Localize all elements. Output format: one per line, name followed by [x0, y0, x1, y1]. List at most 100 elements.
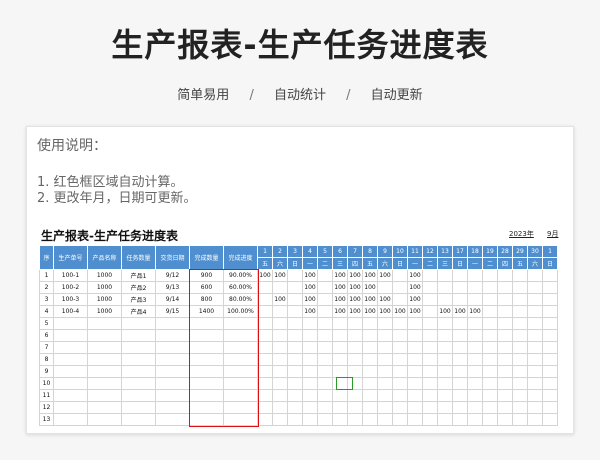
day-cell[interactable] [287, 377, 303, 390]
day-cell[interactable] [302, 377, 318, 390]
day-cell[interactable] [452, 269, 468, 282]
day-cell[interactable] [437, 401, 453, 414]
day-cell[interactable] [527, 317, 543, 330]
day-cell[interactable] [332, 401, 348, 414]
day-cell[interactable]: 100 [347, 293, 363, 306]
day-cell[interactable] [512, 377, 528, 390]
table-cell[interactable] [155, 389, 190, 402]
day-cell[interactable] [257, 365, 273, 378]
day-cell[interactable] [467, 293, 483, 306]
table-cell[interactable] [189, 329, 224, 342]
day-cell[interactable] [392, 365, 408, 378]
table-cell[interactable] [189, 341, 224, 354]
day-cell[interactable] [422, 317, 438, 330]
day-cell[interactable] [272, 317, 288, 330]
table-cell[interactable] [189, 401, 224, 414]
day-cell[interactable] [407, 365, 423, 378]
table-cell[interactable] [189, 365, 224, 378]
day-cell[interactable] [332, 377, 348, 390]
table-cell[interactable] [87, 353, 122, 366]
day-cell[interactable] [542, 329, 558, 342]
table-cell[interactable] [87, 365, 122, 378]
day-cell[interactable]: 100 [347, 281, 363, 294]
table-cell[interactable] [87, 377, 122, 390]
day-cell[interactable] [272, 377, 288, 390]
table-cell[interactable]: 9 [39, 365, 54, 378]
table-cell[interactable]: 8 [39, 353, 54, 366]
day-cell[interactable]: 100 [362, 281, 378, 294]
day-cell[interactable] [482, 389, 498, 402]
day-cell[interactable]: 100 [437, 305, 453, 318]
day-cell[interactable] [437, 413, 453, 426]
day-cell[interactable] [512, 365, 528, 378]
day-cell[interactable] [347, 389, 363, 402]
table-cell[interactable] [87, 341, 122, 354]
day-cell[interactable] [257, 389, 273, 402]
day-cell[interactable] [272, 305, 288, 318]
day-cell[interactable] [437, 341, 453, 354]
day-cell[interactable] [272, 281, 288, 294]
day-cell[interactable] [482, 317, 498, 330]
table-cell[interactable]: 100.00% [223, 305, 258, 318]
day-cell[interactable] [377, 377, 393, 390]
day-cell[interactable]: 100 [302, 305, 318, 318]
day-cell[interactable] [287, 353, 303, 366]
day-cell[interactable]: 100 [332, 293, 348, 306]
day-cell[interactable] [407, 353, 423, 366]
day-cell[interactable] [332, 389, 348, 402]
day-cell[interactable] [497, 329, 513, 342]
table-cell[interactable] [121, 377, 156, 390]
day-cell[interactable] [512, 353, 528, 366]
day-cell[interactable] [407, 401, 423, 414]
table-cell[interactable] [155, 353, 190, 366]
day-cell[interactable] [542, 305, 558, 318]
day-cell[interactable] [332, 353, 348, 366]
table-cell[interactable]: 1 [39, 269, 54, 282]
day-cell[interactable] [542, 353, 558, 366]
day-cell[interactable]: 100 [362, 269, 378, 282]
day-cell[interactable]: 100 [407, 305, 423, 318]
day-cell[interactable] [377, 341, 393, 354]
day-cell[interactable] [317, 305, 333, 318]
day-cell[interactable] [452, 281, 468, 294]
day-cell[interactable] [437, 293, 453, 306]
day-cell[interactable] [452, 317, 468, 330]
table-cell[interactable] [53, 401, 88, 414]
day-cell[interactable] [302, 389, 318, 402]
table-cell[interactable] [155, 317, 190, 330]
day-cell[interactable]: 100 [332, 281, 348, 294]
day-cell[interactable] [392, 341, 408, 354]
day-cell[interactable]: 100 [377, 269, 393, 282]
day-cell[interactable]: 100 [377, 293, 393, 306]
day-cell[interactable] [527, 377, 543, 390]
day-cell[interactable] [512, 317, 528, 330]
day-cell[interactable] [407, 389, 423, 402]
day-cell[interactable] [437, 269, 453, 282]
day-cell[interactable] [407, 341, 423, 354]
day-cell[interactable] [437, 353, 453, 366]
day-cell[interactable] [317, 341, 333, 354]
day-cell[interactable] [362, 401, 378, 414]
day-cell[interactable] [257, 341, 273, 354]
day-cell[interactable] [392, 269, 408, 282]
day-cell[interactable] [527, 413, 543, 426]
table-cell[interactable] [223, 401, 258, 414]
day-cell[interactable] [452, 401, 468, 414]
day-cell[interactable] [482, 341, 498, 354]
day-cell[interactable] [317, 389, 333, 402]
day-cell[interactable] [362, 329, 378, 342]
day-cell[interactable] [287, 281, 303, 294]
day-cell[interactable] [377, 317, 393, 330]
table-cell[interactable]: 80.00% [223, 293, 258, 306]
day-cell[interactable] [392, 389, 408, 402]
day-cell[interactable] [317, 293, 333, 306]
day-cell[interactable]: 100 [407, 293, 423, 306]
day-cell[interactable] [437, 281, 453, 294]
table-cell[interactable] [53, 389, 88, 402]
day-cell[interactable] [527, 281, 543, 294]
day-cell[interactable] [542, 281, 558, 294]
day-cell[interactable] [542, 377, 558, 390]
day-cell[interactable] [272, 413, 288, 426]
day-cell[interactable] [512, 413, 528, 426]
day-cell[interactable] [467, 281, 483, 294]
